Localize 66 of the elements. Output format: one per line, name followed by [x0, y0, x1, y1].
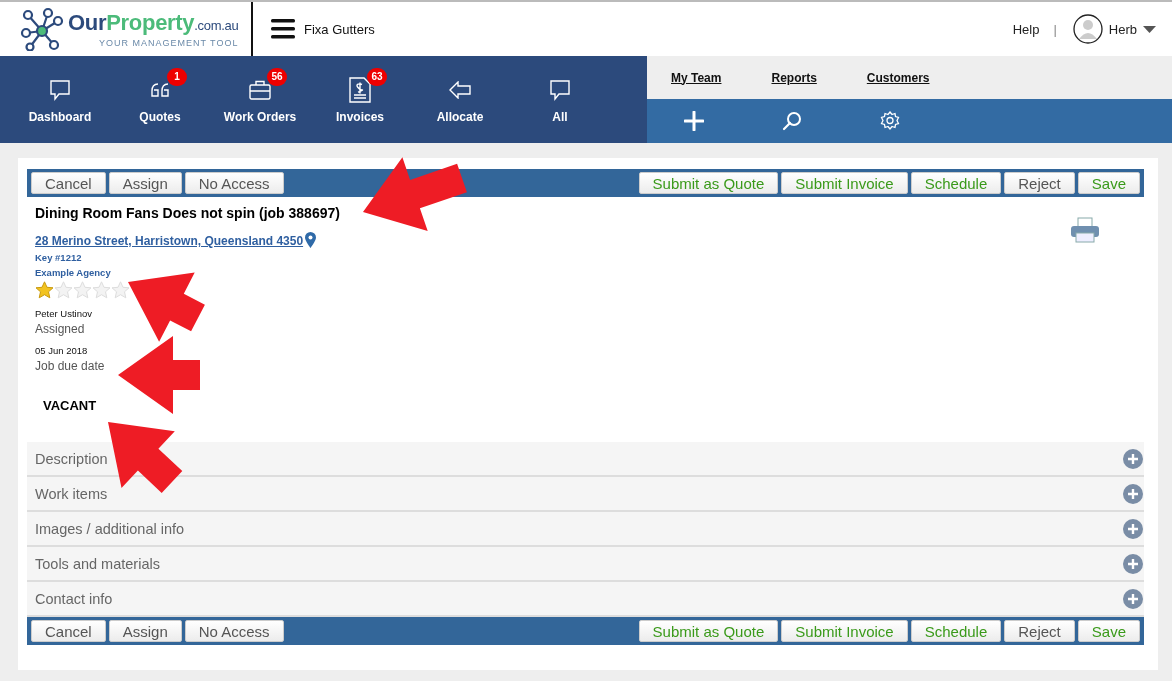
speech-bubble-icon — [49, 78, 71, 101]
brand-tagline: YOUR MANAGEMENT TOOL — [98, 37, 239, 48]
accordion-section[interactable]: Images / additional info — [27, 512, 1144, 547]
key-number: Key #1212 — [35, 252, 82, 263]
accordion-section[interactable]: Contact info — [27, 582, 1144, 617]
nav-item[interactable]: All — [510, 56, 610, 143]
occupancy-status: VACANT — [43, 398, 97, 413]
settings-icon[interactable] — [880, 111, 900, 131]
toolbar-button[interactable]: No Access — [184, 620, 284, 642]
accordion-section[interactable]: Tools and materials — [27, 547, 1144, 582]
star-icon — [73, 281, 92, 299]
invoice-icon — [349, 76, 371, 103]
toolbar-button[interactable]: Cancel — [31, 620, 106, 642]
star-icon — [35, 281, 54, 299]
nav-link[interactable]: Reports — [771, 70, 817, 85]
network-logo-icon — [20, 7, 64, 51]
separator: | — [1053, 21, 1057, 37]
due-date: 05 Jun 2018 — [35, 345, 88, 356]
search-icon[interactable] — [782, 111, 802, 131]
toolbar-button[interactable]: Cancel — [31, 172, 106, 194]
expand-icon[interactable] — [1123, 483, 1143, 504]
toolbar-button[interactable]: Reject — [1004, 620, 1075, 642]
star-icon — [92, 281, 111, 299]
printer-icon[interactable] — [1070, 217, 1100, 243]
add-icon[interactable] — [684, 111, 704, 131]
left-arrow-icon — [449, 80, 471, 99]
accordion-section[interactable]: Description — [27, 442, 1144, 477]
nav-item[interactable]: Dashboard — [10, 56, 110, 143]
speech-bubble-icon — [549, 78, 571, 101]
nav-item[interactable]: 1 Quotes — [110, 56, 210, 143]
expand-icon[interactable] — [1123, 518, 1143, 539]
due-date-label: Job due date — [35, 359, 105, 373]
toolbar-button[interactable]: Assign — [108, 172, 182, 194]
nav-item[interactable]: 56 Work Orders — [210, 56, 310, 143]
briefcase-icon — [249, 79, 271, 100]
address-link[interactable]: 28 Merino Street, Harristown, Queensland 4350 — [35, 234, 304, 248]
user-name[interactable]: Herb — [1108, 21, 1137, 37]
company-name: Fixa Gutters — [304, 21, 375, 37]
star-icon — [111, 281, 130, 299]
nav-item[interactable]: 63 Invoices — [310, 56, 410, 143]
nav-link[interactable]: My Team — [671, 70, 722, 85]
menu-icon[interactable] — [271, 19, 295, 39]
expand-icon[interactable] — [1123, 553, 1143, 574]
toolbar-button[interactable]: Reject — [1004, 172, 1075, 194]
brand-name: OurProperty.com.au — [68, 10, 239, 37]
help-link[interactable]: Help — [1012, 21, 1040, 37]
caret-icon[interactable] — [1143, 25, 1156, 33]
star-icon — [54, 281, 73, 299]
quote-marks-icon — [149, 81, 171, 98]
map-pin-icon — [305, 232, 317, 248]
toolbar-button[interactable]: Assign — [108, 620, 182, 642]
nav-link[interactable]: Customers — [866, 70, 930, 85]
assignee-name: Peter Ustinov — [35, 308, 93, 319]
expand-icon[interactable] — [1123, 448, 1143, 469]
toolbar-button[interactable]: No Access — [184, 172, 284, 194]
count-badge: 56 — [267, 67, 287, 86]
avatar-icon[interactable] — [1072, 14, 1103, 44]
job-title: Dining Room Fans Does not spin (job 388697) — [35, 205, 340, 221]
count-badge: 63 — [367, 67, 387, 86]
star-rating[interactable] — [35, 281, 130, 299]
assignee-label: Assigned — [35, 322, 85, 336]
nav-item[interactable]: Allocate — [410, 56, 510, 143]
accordion-section[interactable]: Work items — [27, 477, 1144, 512]
expand-icon[interactable] — [1123, 588, 1143, 609]
agency-name: Example Agency — [35, 267, 111, 278]
count-badge: 1 — [167, 67, 187, 86]
